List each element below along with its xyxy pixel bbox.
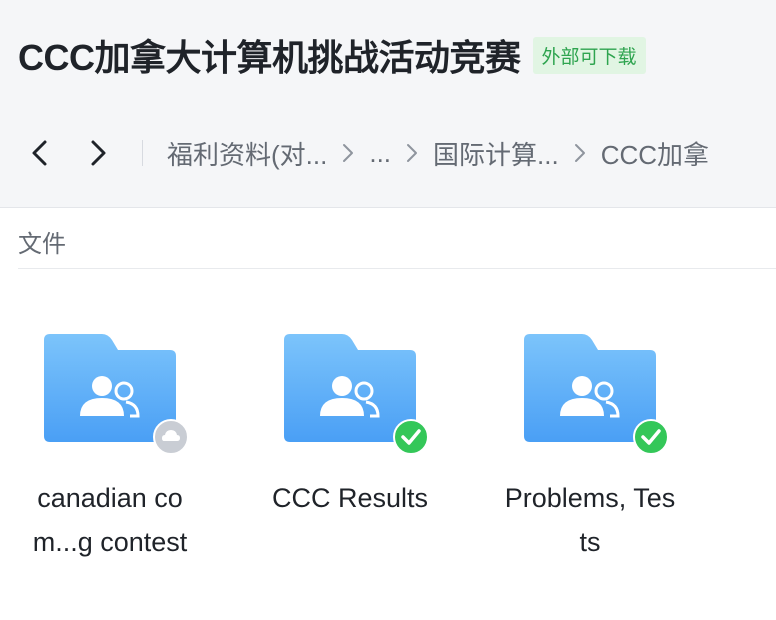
title-row: CCC加拿大计算机挑战活动竞赛 外部可下载 <box>18 30 646 80</box>
folder-thumbnail <box>40 330 189 455</box>
folder-name-line: Problems, Tes <box>504 483 676 513</box>
check-icon <box>393 419 429 455</box>
cloud-icon <box>153 419 189 455</box>
breadcrumb-item-current[interactable]: CCC加拿 <box>601 135 709 172</box>
breadcrumb-item-welfare[interactable]: 福利资料(对... <box>167 135 327 172</box>
breadcrumb-separator <box>341 142 355 164</box>
chevron-right-icon <box>91 140 106 166</box>
breadcrumb: 福利资料(对... ... 国际计算... CCC加拿 <box>0 128 776 178</box>
section-divider <box>18 268 776 269</box>
chevron-right-icon <box>343 144 354 162</box>
folder-name-line: ts <box>579 527 601 557</box>
back-button[interactable] <box>20 133 60 173</box>
breadcrumb-item-international[interactable]: 国际计算... <box>433 135 559 172</box>
folder-thumbnail <box>520 330 669 455</box>
chevron-right-icon <box>574 144 585 162</box>
breadcrumb-separator <box>573 142 587 164</box>
nav-divider <box>142 140 143 166</box>
folder-thumbnail <box>280 330 429 455</box>
page-title: CCC加拿大计算机挑战活动竞赛 <box>18 37 521 78</box>
download-badge: 外部可下载 <box>532 36 646 74</box>
folder-name-line: CCC Results <box>271 483 429 513</box>
header: CCC加拿大计算机挑战活动竞赛 外部可下载 福利资料(对... ... 国际计算… <box>0 0 776 208</box>
folder-name-line: canadian co <box>37 483 183 513</box>
folder-item[interactable]: canadian co m...g contest <box>0 330 220 564</box>
folder-name: Problems, Tes ts <box>480 476 700 564</box>
chevron-left-icon <box>32 140 47 166</box>
section-label-files: 文件 <box>18 231 66 258</box>
folder-item[interactable]: Problems, Tes ts <box>480 330 700 564</box>
folder-name-line: m...g contest <box>32 527 188 557</box>
folder-item[interactable]: CCC Results <box>240 330 460 520</box>
chevron-right-icon <box>407 144 418 162</box>
forward-button[interactable] <box>78 133 118 173</box>
check-icon <box>633 419 669 455</box>
folder-name: CCC Results <box>240 476 460 520</box>
folder-name: canadian co m...g contest <box>0 476 220 564</box>
breadcrumb-item-ellipsis[interactable]: ... <box>369 138 391 169</box>
breadcrumb-separator <box>405 142 419 164</box>
